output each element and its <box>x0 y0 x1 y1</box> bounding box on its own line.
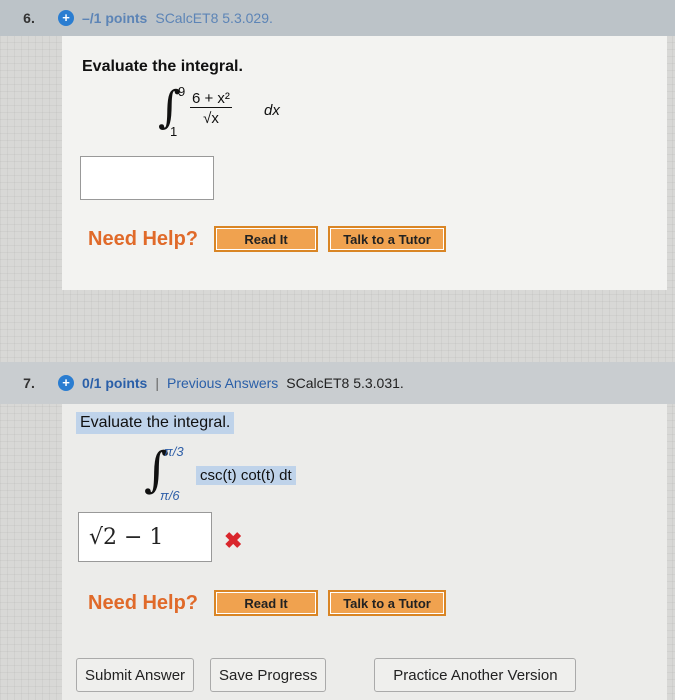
numerator: 6 + x² <box>190 90 232 108</box>
read-it-button[interactable]: Read It <box>214 226 319 252</box>
question-number: 7. <box>23 375 35 391</box>
upper-limit: π/3 <box>164 444 184 459</box>
question-7-body: Evaluate the integral. ∫ π/3 π/6 csc(t) … <box>62 404 667 700</box>
help-row: Need Help? Read It Talk to a Tutor <box>88 226 456 252</box>
footer-actions: Submit Answer Save Progress Practice Ano… <box>76 658 592 692</box>
talk-to-tutor-button[interactable]: Talk to a Tutor <box>328 590 447 616</box>
need-help-label: Need Help? <box>88 227 199 250</box>
points-label: –/1 points <box>82 10 148 26</box>
x-mark-icon: ✖ <box>224 528 243 553</box>
answer-input[interactable]: √2 − 1 <box>78 512 212 562</box>
source-label: SCalcET8 5.3.029. <box>155 10 273 26</box>
denominator: √x <box>203 110 219 127</box>
answer-input[interactable] <box>80 156 214 200</box>
integral-expression: ∫ π/3 π/6 csc(t) cot(t) dt <box>140 444 440 506</box>
talk-to-tutor-button[interactable]: Talk to a Tutor <box>328 226 447 252</box>
question-number: 6. <box>23 10 35 26</box>
plus-circle-icon[interactable]: + <box>58 375 74 391</box>
practice-another-version-button[interactable]: Practice Another Version <box>374 658 577 692</box>
previous-answers-link[interactable]: Previous Answers <box>167 375 278 391</box>
points-label: 0/1 points <box>82 375 148 391</box>
lower-limit: 1 <box>170 124 178 139</box>
lower-limit: π/6 <box>160 488 180 503</box>
integral-expression: ∫ 9 1 6 + x² √x dx <box>158 84 378 148</box>
source-label: SCalcET8 5.3.031. <box>286 375 404 391</box>
question-6-body: Evaluate the integral. ∫ 9 1 6 + x² √x d… <box>62 36 667 290</box>
question-7-header: 7. + 0/1 points | Previous Answers SCalc… <box>0 362 675 404</box>
read-it-button[interactable]: Read It <box>214 590 319 616</box>
save-progress-button[interactable]: Save Progress <box>210 658 327 692</box>
integrand: csc(t) cot(t) dt <box>196 466 296 485</box>
fraction: 6 + x² √x <box>190 90 232 127</box>
upper-limit: 9 <box>178 84 186 99</box>
need-help-label: Need Help? <box>88 591 199 614</box>
submit-answer-button[interactable]: Submit Answer <box>76 658 195 692</box>
question-prompt: Evaluate the integral. <box>76 412 235 434</box>
differential: dx <box>264 102 280 119</box>
question-prompt: Evaluate the integral. <box>82 58 243 75</box>
plus-circle-icon[interactable]: + <box>58 10 74 26</box>
question-6-header: 6. + –/1 points SCalcET8 5.3.029. <box>0 0 675 36</box>
separator: | <box>155 375 159 391</box>
help-row: Need Help? Read It Talk to a Tutor <box>88 590 456 616</box>
